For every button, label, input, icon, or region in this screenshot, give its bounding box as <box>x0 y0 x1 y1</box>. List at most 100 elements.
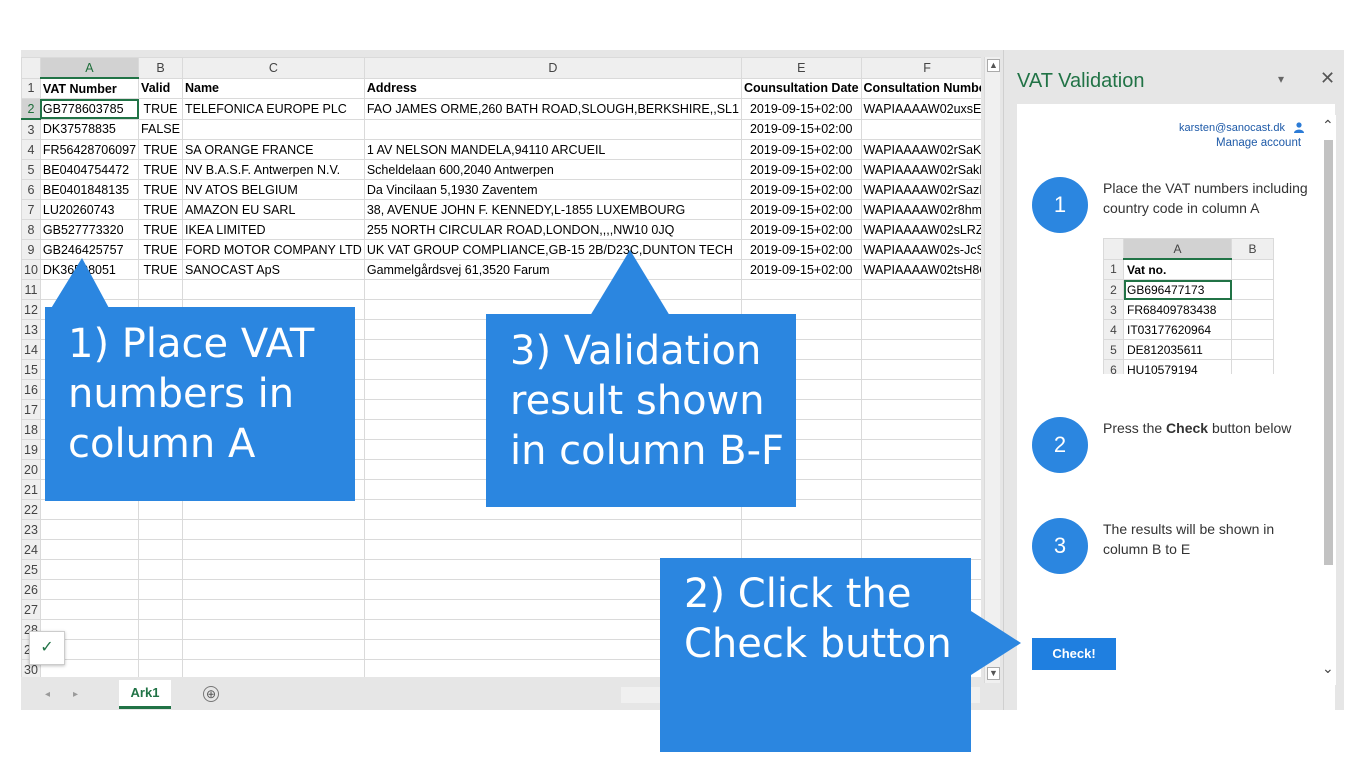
check-button[interactable]: Check! <box>1032 638 1116 670</box>
cell[interactable] <box>181 499 365 520</box>
cell[interactable] <box>181 599 365 620</box>
pane-scroll-thumb[interactable] <box>1324 140 1333 565</box>
cell[interactable]: 2019-09-15+02:00 <box>740 179 862 200</box>
cell[interactable]: TRUE <box>138 159 183 180</box>
pane-close-icon[interactable]: ✕ <box>1320 68 1335 89</box>
cell[interactable]: 38, AVENUE JOHN F. KENNEDY,L-1855 LUXEMB… <box>363 199 742 220</box>
cell[interactable] <box>138 619 183 640</box>
cell[interactable]: Gammelgårdsvej 61,3520 Farum <box>363 259 742 280</box>
cell[interactable]: 2019-09-15+02:00 <box>740 239 862 260</box>
cell[interactable] <box>860 499 981 520</box>
cell[interactable]: WAPIAAAAW02r8hmF <box>860 199 981 220</box>
cell[interactable]: GB527773320 <box>39 219 140 240</box>
cell[interactable]: Valid <box>138 77 183 99</box>
cell[interactable] <box>39 499 140 520</box>
cell[interactable] <box>181 279 365 300</box>
row-header[interactable]: 20 <box>21 459 41 480</box>
row-header[interactable]: 15 <box>21 359 41 380</box>
cell[interactable] <box>181 639 365 660</box>
row-header[interactable]: 26 <box>21 579 41 600</box>
cell[interactable] <box>860 319 981 340</box>
cell[interactable]: 2019-09-15+02:00 <box>740 199 862 220</box>
cell[interactable] <box>39 559 140 580</box>
cell[interactable]: 2019-09-15+02:00 <box>740 219 862 240</box>
row-header[interactable]: 18 <box>21 419 41 440</box>
cell[interactable] <box>363 118 742 140</box>
cell[interactable] <box>181 659 365 677</box>
cell[interactable] <box>138 519 183 540</box>
cell[interactable] <box>138 559 183 580</box>
row-header[interactable]: 24 <box>21 539 41 560</box>
scroll-up-arrow-icon[interactable]: ▲ <box>987 59 1000 72</box>
cell[interactable]: WAPIAAAAW02uxsEl <box>860 98 981 120</box>
cell[interactable] <box>860 479 981 500</box>
row-header[interactable]: 8 <box>21 219 41 240</box>
cell[interactable]: Name <box>181 77 365 99</box>
row-header[interactable]: 25 <box>21 559 41 580</box>
column-header-c[interactable]: C <box>181 57 365 79</box>
cell[interactable]: TRUE <box>138 98 183 120</box>
cell[interactable]: UK VAT GROUP COMPLIANCE,GB-15 2B/D23C,DU… <box>363 239 742 260</box>
cell[interactable]: 2019-09-15+02:00 <box>740 118 862 140</box>
cell[interactable] <box>138 539 183 560</box>
cell[interactable] <box>181 519 365 540</box>
cell[interactable] <box>860 379 981 400</box>
column-header-d[interactable]: D <box>363 57 742 79</box>
cell[interactable]: GB778603785 <box>39 98 140 120</box>
cell[interactable] <box>740 279 862 300</box>
row-header[interactable]: 27 <box>21 599 41 620</box>
pane-scroll-up-icon[interactable]: ⌃ <box>1322 117 1334 134</box>
sheet-tab-ark1[interactable]: Ark1 <box>119 680 171 709</box>
cell[interactable]: FALSE <box>138 118 183 140</box>
row-header[interactable]: 19 <box>21 439 41 460</box>
cell[interactable] <box>740 539 862 560</box>
cell[interactable] <box>39 599 140 620</box>
cell[interactable]: WAPIAAAAW02rSakH <box>860 159 981 180</box>
row-header[interactable]: 13 <box>21 319 41 340</box>
cell[interactable]: DK37578835 <box>39 118 140 140</box>
add-sheet-icon[interactable]: ⊕ <box>203 686 219 702</box>
cell[interactable] <box>860 539 981 560</box>
cell[interactable]: TRUE <box>138 239 183 260</box>
cell[interactable]: TRUE <box>138 199 183 220</box>
cell[interactable] <box>138 499 183 520</box>
pane-scrollbar[interactable]: ⌃ ⌄ <box>1321 115 1336 685</box>
cell[interactable] <box>860 439 981 460</box>
cell[interactable] <box>860 339 981 360</box>
cell[interactable] <box>860 399 981 420</box>
row-header[interactable]: 17 <box>21 399 41 420</box>
cell[interactable]: BE0404754472 <box>39 159 140 180</box>
cell[interactable]: WAPIAAAAW02rSazI <box>860 179 981 200</box>
cell[interactable] <box>138 579 183 600</box>
row-header[interactable]: 23 <box>21 519 41 540</box>
vertical-scrollbar[interactable]: ▲ ▼ <box>984 57 1000 683</box>
row-header[interactable]: 10 <box>21 259 41 280</box>
cell[interactable]: 255 NORTH CIRCULAR ROAD,LONDON,,,,NW10 0… <box>363 219 742 240</box>
cell[interactable]: FAO JAMES ORME,260 BATH ROAD,SLOUGH,BERK… <box>363 98 742 120</box>
cell[interactable]: Da Vincilaan 5,1930 Zaventem <box>363 179 742 200</box>
cell[interactable] <box>138 599 183 620</box>
cell[interactable] <box>181 559 365 580</box>
row-header[interactable]: 9 <box>21 239 41 260</box>
cell[interactable]: Scheldelaan 600,2040 Antwerpen <box>363 159 742 180</box>
row-header[interactable]: 14 <box>21 339 41 360</box>
cell[interactable] <box>860 459 981 480</box>
cell[interactable]: TELEFONICA EUROPE PLC <box>181 98 365 120</box>
select-all-corner[interactable] <box>21 57 41 79</box>
row-header[interactable]: 5 <box>21 159 41 180</box>
cell[interactable] <box>138 639 183 660</box>
row-header[interactable]: 22 <box>21 499 41 520</box>
column-header-e[interactable]: E <box>740 57 862 79</box>
cell[interactable] <box>860 359 981 380</box>
cell[interactable] <box>181 118 365 140</box>
cell[interactable]: FR56428706097 <box>39 139 140 160</box>
cell[interactable]: 2019-09-15+02:00 <box>740 139 862 160</box>
cell[interactable] <box>181 619 365 640</box>
cell[interactable] <box>138 279 183 300</box>
row-header[interactable]: 7 <box>21 199 41 220</box>
cell[interactable]: Counsultation Date <box>740 77 862 99</box>
cell[interactable]: Consultation Number <box>860 77 981 99</box>
cell[interactable]: TRUE <box>138 179 183 200</box>
cell[interactable]: LU20260743 <box>39 199 140 220</box>
row-header[interactable]: 11 <box>21 279 41 300</box>
